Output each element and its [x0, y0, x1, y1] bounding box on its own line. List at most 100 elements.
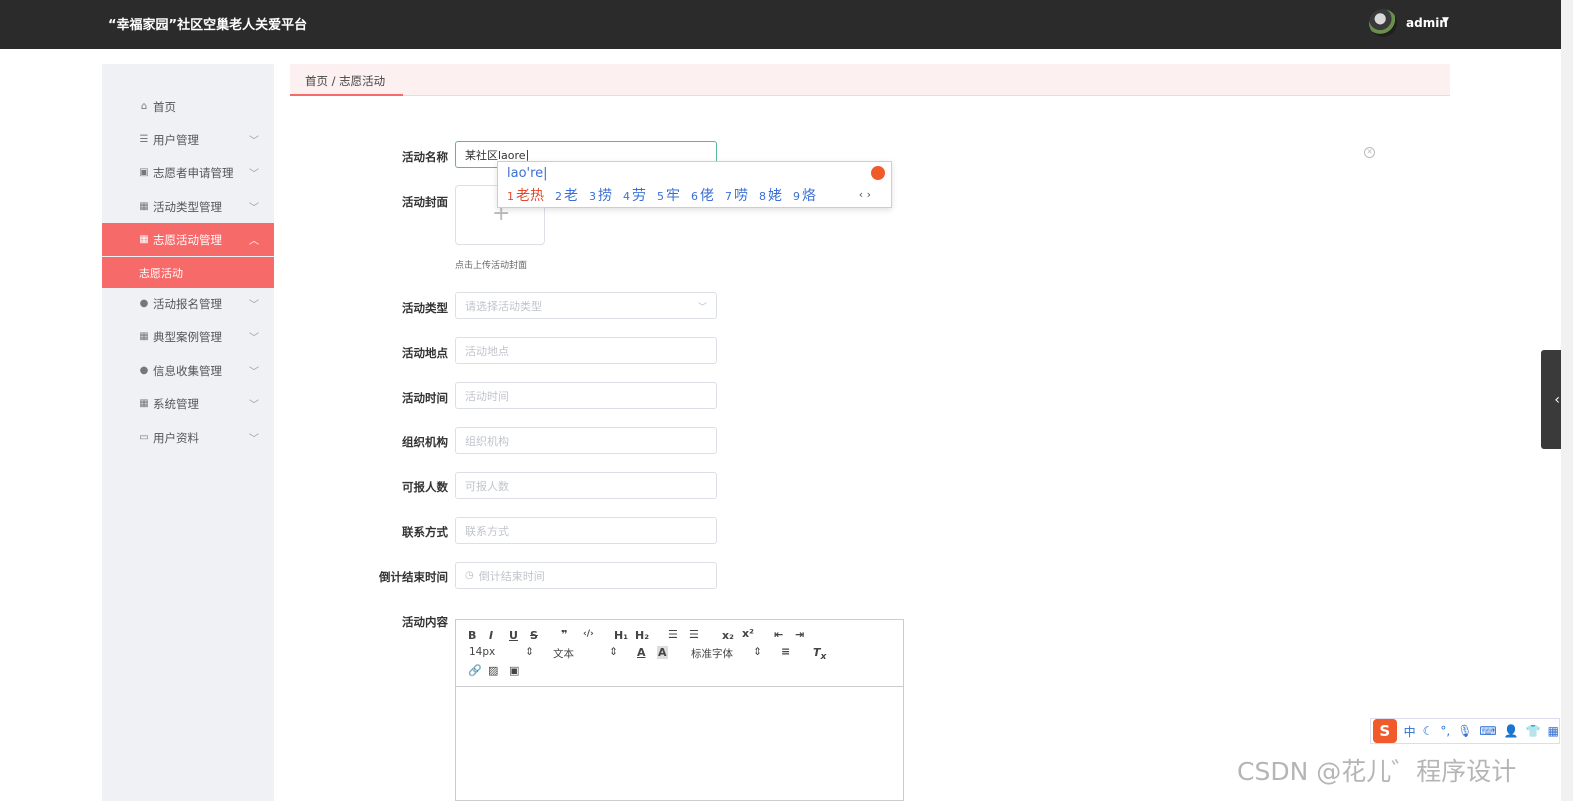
heading-2-icon[interactable]: H₂: [635, 629, 649, 642]
ime-candidate-number: 9: [793, 190, 800, 203]
apps-icon[interactable]: ▦: [1548, 724, 1559, 738]
activity-location-placeholder: 活动地点: [465, 344, 509, 358]
font-color-icon[interactable]: A: [637, 646, 646, 659]
capacity-input[interactable]: 可报人数: [455, 472, 717, 499]
subscript-icon[interactable]: x₂: [722, 629, 734, 642]
ime-page-arrows[interactable]: ‹ ›: [859, 188, 871, 201]
font-size-arrows-icon: ⇕: [525, 646, 534, 658]
clock-icon: ◷: [465, 570, 474, 581]
outdent-icon[interactable]: ⇤: [774, 628, 783, 641]
ime-candidate[interactable]: 5牢: [657, 185, 680, 205]
sidebar-item-label: 系统管理: [153, 396, 199, 411]
ime-candidate[interactable]: 1 老热: [507, 185, 544, 205]
sidebar-subitem-volunteer-activity[interactable]: 志愿活动: [102, 257, 274, 288]
label-activity-location: 活动地点: [402, 346, 448, 360]
ime-candidate-text: 劳: [632, 188, 646, 204]
watermark: CSDN @花儿゛程序设计: [1237, 757, 1517, 786]
italic-icon[interactable]: I: [489, 629, 493, 642]
breadcrumb-underline: [290, 94, 403, 96]
ime-candidate[interactable]: 9烙: [793, 185, 816, 205]
ime-candidate-number: 4: [623, 190, 630, 203]
sidebar-item-label: 活动报名管理: [153, 296, 222, 311]
close-circle-icon[interactable]: ✕: [1364, 147, 1375, 158]
sidebar-item-6[interactable]: ▦ 典型案例管理 ﹀: [102, 320, 274, 353]
ime-candidate[interactable]: 6佬: [691, 185, 714, 205]
heading-1-icon[interactable]: H₁: [614, 629, 628, 642]
page-scrollbar[interactable]: [1561, 0, 1573, 801]
bold-icon[interactable]: B: [468, 629, 476, 642]
ime-candidate[interactable]: 3捞: [589, 185, 612, 205]
app-title: “幸福家园”社区空巢老人关爱平台: [108, 18, 308, 33]
strikethrough-icon[interactable]: S: [530, 629, 538, 642]
background-color-icon[interactable]: A: [657, 646, 668, 659]
chevron-down-icon: ﹀: [249, 367, 259, 378]
microphone-icon[interactable]: 🎙: [1457, 724, 1472, 738]
sidebar-item-label: 用户资料: [153, 430, 199, 445]
contact-input[interactable]: 联系方式: [455, 517, 717, 544]
ime-candidate[interactable]: 4劳: [623, 185, 646, 205]
ime-candidate-text: 佬: [700, 188, 714, 204]
menu-icon: ☰: [139, 134, 149, 145]
activity-location-input[interactable]: 活动地点: [455, 337, 717, 364]
indent-icon[interactable]: ⇥: [795, 628, 804, 641]
ime-candidate-number: 6: [691, 190, 698, 203]
sidebar-item-9[interactable]: ▭ 用户资料 ﹀: [102, 421, 274, 454]
ime-candidate-text: 唠: [734, 188, 748, 204]
countdown-end-picker[interactable]: ◷ 倒计结束时间: [455, 562, 717, 589]
moon-icon[interactable]: ☾: [1423, 724, 1434, 738]
font-family-select[interactable]: 标准字体: [691, 646, 733, 661]
ime-candidate[interactable]: 8姥: [759, 185, 782, 205]
superscript-icon[interactable]: x²: [742, 627, 754, 640]
video-icon[interactable]: ▣: [509, 664, 519, 677]
organizer-input[interactable]: 组织机构: [455, 427, 717, 454]
ime-candidate-text: 老热: [516, 188, 544, 204]
user-icon: ●: [139, 298, 149, 309]
label-countdown-end: 倒计结束时间: [379, 570, 448, 584]
ime-pinyin: lao're|: [507, 166, 548, 181]
clear-format-icon[interactable]: Tx: [813, 646, 826, 662]
user-icon[interactable]: 👤: [1504, 724, 1519, 738]
activity-type-select[interactable]: 请选择活动类型 ﹀: [455, 292, 717, 319]
align-icon[interactable]: ≡: [781, 645, 790, 658]
ime-candidate[interactable]: 2老: [555, 185, 578, 205]
ime-candidate-number: 7: [725, 190, 732, 203]
label-activity-cover: 活动封面: [402, 195, 448, 209]
card-icon: ▭: [139, 432, 149, 443]
bullet-list-icon[interactable]: ☰: [689, 628, 699, 641]
ime-candidates: 1 老热 2 老 3 捞 4 劳 5 牢 6 佬 7 唠 8 姥 9 烙: [507, 185, 827, 205]
ime-mode-toggle[interactable]: 中: [1404, 723, 1416, 740]
punctuation-icon[interactable]: °,: [1440, 724, 1450, 738]
grid-icon: ▦: [139, 201, 149, 212]
text-type-select[interactable]: 文本: [553, 646, 574, 661]
sidebar-item-5[interactable]: ● 活动报名管理 ﹀: [102, 287, 274, 320]
shirt-icon[interactable]: 👕: [1526, 724, 1541, 738]
quote-icon[interactable]: ❞: [561, 628, 567, 641]
underline-icon[interactable]: U: [509, 629, 518, 642]
keyboard-icon[interactable]: ⌨: [1479, 724, 1496, 738]
sidebar-item-1[interactable]: ☰ 用户管理 ﹀: [102, 123, 274, 156]
sidebar-item-0[interactable]: ⌂ 首页: [102, 90, 274, 123]
sidebar-item-3[interactable]: ▦ 活动类型管理 ﹀: [102, 190, 274, 223]
caret-down-icon[interactable]: ▼: [1442, 16, 1449, 26]
sogou-logo-icon[interactable]: S: [1373, 719, 1397, 743]
sidebar-item-2[interactable]: ▣ 志愿者申请管理 ﹀: [102, 156, 274, 189]
label-activity-type: 活动类型: [402, 301, 448, 315]
link-icon[interactable]: 🔗: [468, 664, 482, 677]
code-icon[interactable]: ‹/›: [583, 629, 594, 639]
ime-candidate-text: 捞: [598, 188, 612, 204]
avatar[interactable]: [1369, 9, 1397, 37]
activity-time-placeholder: 活动时间: [465, 389, 509, 403]
sidebar-item-4[interactable]: ▦ 志愿活动管理 ︿: [102, 223, 274, 256]
activity-time-input[interactable]: 活动时间: [455, 382, 717, 409]
chevron-left-icon: ‹: [1554, 391, 1560, 408]
ime-candidate[interactable]: 7唠: [725, 185, 748, 205]
ordered-list-icon[interactable]: ☰: [668, 628, 678, 641]
font-size-select[interactable]: 14px: [469, 646, 495, 658]
location-icon: ●: [139, 365, 149, 376]
image-icon[interactable]: ▨: [488, 664, 498, 677]
side-panel-toggle[interactable]: ‹: [1541, 350, 1561, 449]
text-type-arrows-icon: ⇕: [609, 646, 618, 658]
sidebar-item-7[interactable]: ● 信息收集管理 ﹀: [102, 354, 274, 387]
label-organizer: 组织机构: [402, 435, 448, 449]
sidebar-item-8[interactable]: ▦ 系统管理 ﹀: [102, 387, 274, 420]
